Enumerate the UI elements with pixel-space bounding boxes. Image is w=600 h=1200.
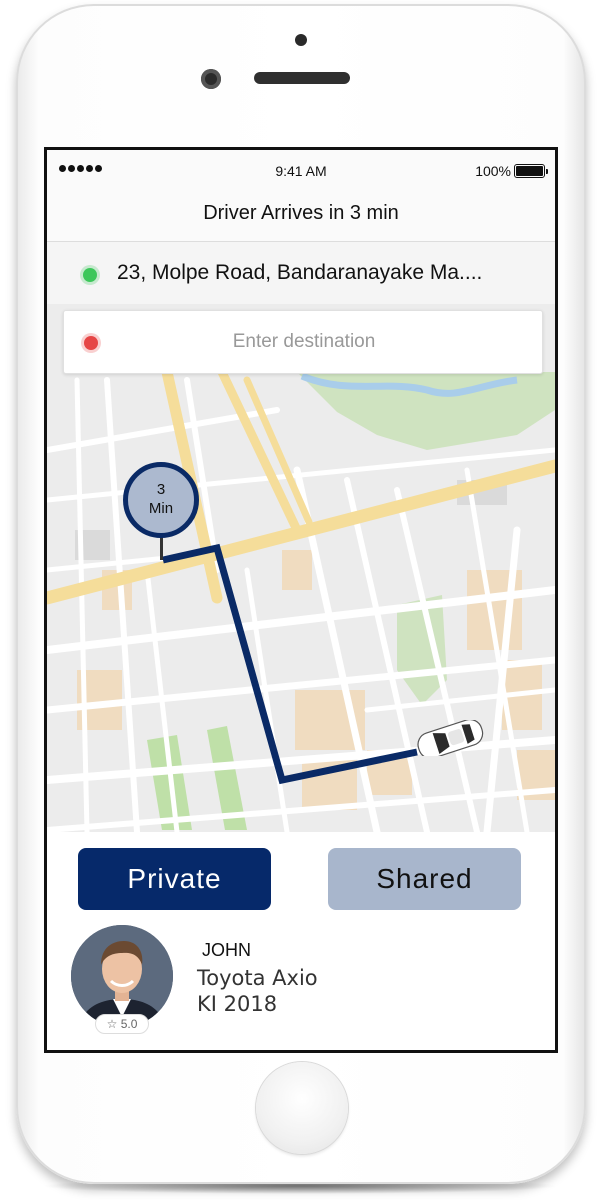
app-screen: 9:41 AM 100% Driver Arrives in 3 min 23,…: [44, 147, 558, 1053]
page-title: Driver Arrives in 3 min: [203, 202, 399, 224]
private-ride-button[interactable]: Private: [78, 848, 271, 910]
front-camera-lens: [201, 69, 221, 89]
eta-unit: Min: [148, 500, 174, 517]
pickup-location-row[interactable]: 23, Molpe Road, Bandaranayake Ma....: [47, 242, 555, 304]
front-camera-dot: [295, 34, 307, 46]
eta-pin: 3 Min: [123, 462, 199, 538]
car-model: Toyota Axio: [197, 966, 318, 990]
eta-value: 3: [156, 481, 166, 498]
driver-avatar[interactable]: [71, 925, 173, 1027]
destination-placeholder: Enter destination: [232, 331, 376, 352]
pickup-dot-icon: [83, 268, 97, 282]
driver-rating: ☆ 5.0: [95, 1014, 149, 1034]
home-button[interactable]: [256, 1062, 348, 1154]
title-bar: Driver Arrives in 3 min: [47, 192, 555, 242]
battery-percentage: 100%: [475, 163, 511, 179]
driver-name: JOHN: [202, 940, 251, 960]
status-bar: 9:41 AM 100%: [47, 150, 555, 192]
car-plate: KI 2018: [197, 992, 278, 1016]
battery-icon: [514, 164, 548, 178]
shared-ride-button[interactable]: Shared: [328, 848, 521, 910]
rating-value: 5.0: [120, 1017, 138, 1031]
destination-input[interactable]: Enter destination: [63, 310, 543, 374]
star-icon: ☆: [106, 1017, 118, 1031]
eta-pin-stick: [160, 536, 163, 560]
pickup-address: 23, Molpe Road, Bandaranayake Ma....: [117, 261, 483, 284]
earpiece-speaker: [254, 72, 350, 84]
car-icon: [417, 720, 484, 756]
